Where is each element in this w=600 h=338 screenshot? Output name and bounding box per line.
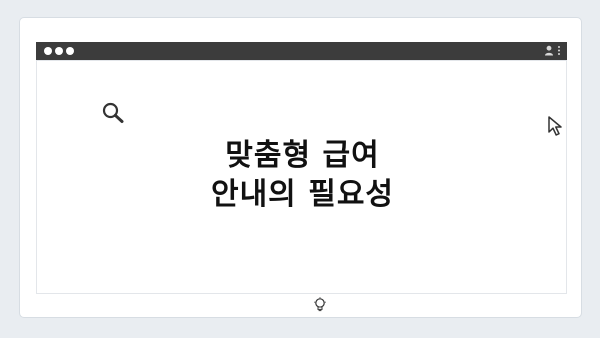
content-area: 맞춤형 급여 안내의 필요성 xyxy=(36,60,568,312)
window-control-dot[interactable] xyxy=(66,47,74,55)
headline-line-2: 안내의 필요성 xyxy=(210,177,395,212)
window-control-dot[interactable] xyxy=(44,47,52,55)
lightbulb-icon xyxy=(314,297,326,312)
window-titlebar xyxy=(36,42,567,60)
titlebar-actions xyxy=(544,45,561,56)
window-control-dot[interactable] xyxy=(55,47,63,55)
more-vert-icon[interactable] xyxy=(557,45,561,56)
search-icon xyxy=(102,102,124,123)
user-icon[interactable] xyxy=(544,45,554,56)
headline-line-1: 맞춤형 급여 xyxy=(225,138,380,173)
page-title: 맞춤형 급여 안내의 필요성 xyxy=(37,136,568,214)
browser-window: 맞춤형 급여 안내의 필요성 xyxy=(19,17,582,318)
